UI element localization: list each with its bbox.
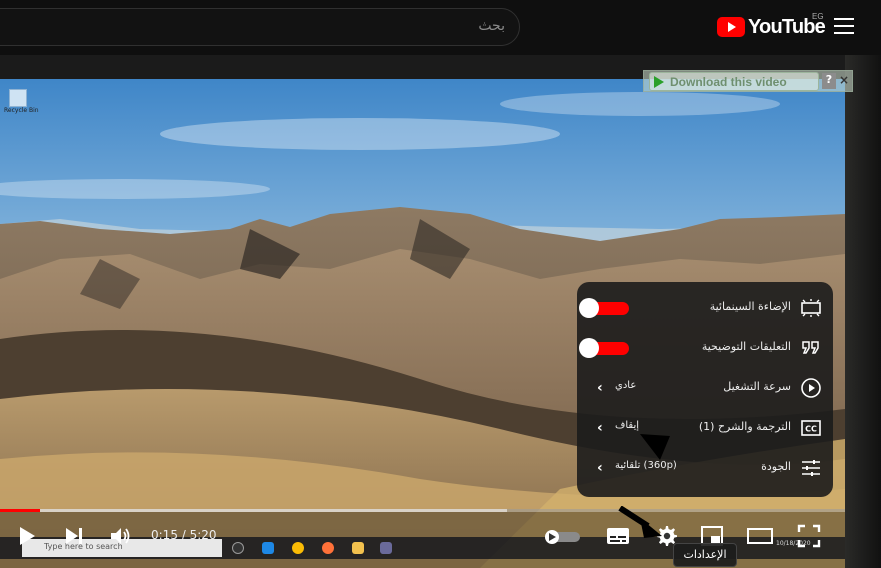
annotation-arrow-icon [640, 434, 670, 460]
download-label: Download this video [670, 74, 787, 89]
download-toolbar: Download this video ? × [643, 70, 853, 92]
download-video-button[interactable]: Download this video [649, 72, 819, 91]
play-button[interactable] [12, 522, 40, 550]
settings-row-ambient-mode[interactable]: الإضاءة السينمائية [577, 288, 833, 328]
settings-label: الجودة [761, 460, 791, 473]
ambient-mode-icon [801, 299, 821, 317]
settings-label: الإضاءة السينمائية [709, 300, 791, 313]
settings-row-playback-speed[interactable]: سرعة التشغيل عادي ‹ [577, 368, 833, 408]
annotations-toggle[interactable] [579, 338, 629, 358]
subtitles-icon: CC [801, 420, 821, 436]
search-input[interactable]: بحث [478, 18, 505, 34]
download-arrow-icon [654, 75, 664, 88]
recycle-bin-label: Recycle Bin [4, 107, 39, 114]
hamburger-menu-icon[interactable] [834, 18, 854, 34]
page-edge-shade [845, 55, 881, 568]
settings-row-annotations[interactable]: التعليقات التوضيحية [577, 328, 833, 368]
volume-icon[interactable] [106, 522, 134, 550]
settings-label: الترجمة والشرح (1) [698, 420, 791, 433]
youtube-logo[interactable]: YouTube [717, 15, 826, 39]
settings-label: سرعة التشغيل [723, 380, 791, 393]
settings-row-quality[interactable]: الجودة تلقائية (360p) ‹ [577, 448, 833, 488]
settings-menu: الإضاءة السينمائية التعليقات التوضيحية س… [577, 282, 833, 497]
masthead: بحث YouTube EG [0, 0, 881, 55]
theater-mode-icon[interactable] [746, 522, 774, 550]
annotations-icon [802, 341, 819, 354]
chevron-left-icon: ‹ [597, 380, 603, 396]
chevron-left-icon: ‹ [597, 420, 603, 436]
autoplay-toggle[interactable] [544, 522, 582, 550]
next-button[interactable] [60, 522, 88, 550]
close-icon[interactable]: × [838, 73, 850, 89]
settings-tooltip: الإعدادات [673, 543, 737, 567]
settings-row-subtitles[interactable]: CC الترجمة والشرح (1) إيقاف ‹ [577, 408, 833, 448]
annotation-arrow-icon [618, 506, 662, 538]
svg-text:CC: CC [805, 425, 817, 434]
settings-value: عادي [615, 380, 637, 391]
youtube-play-icon [717, 17, 745, 37]
settings-value: إيقاف [615, 420, 640, 431]
search-box[interactable]: بحث [0, 8, 520, 46]
time-display: 0:15 / 5:20 [151, 528, 217, 542]
fullscreen-icon[interactable] [795, 522, 823, 550]
help-icon[interactable]: ? [822, 73, 836, 89]
country-code: EG [812, 12, 824, 21]
chevron-left-icon: ‹ [597, 460, 603, 476]
progress-bar[interactable] [0, 509, 845, 512]
youtube-page: { "header": { "search_placeholder": "بحث… [0, 0, 881, 568]
recycle-bin-icon: Recycle Bin [4, 89, 39, 114]
buffer-fill [40, 509, 507, 512]
ambient-mode-toggle[interactable] [579, 298, 629, 318]
playback-speed-icon [801, 378, 821, 398]
played-fill [0, 509, 40, 512]
quality-sliders-icon [802, 460, 820, 476]
settings-label: التعليقات التوضيحية [701, 340, 791, 353]
